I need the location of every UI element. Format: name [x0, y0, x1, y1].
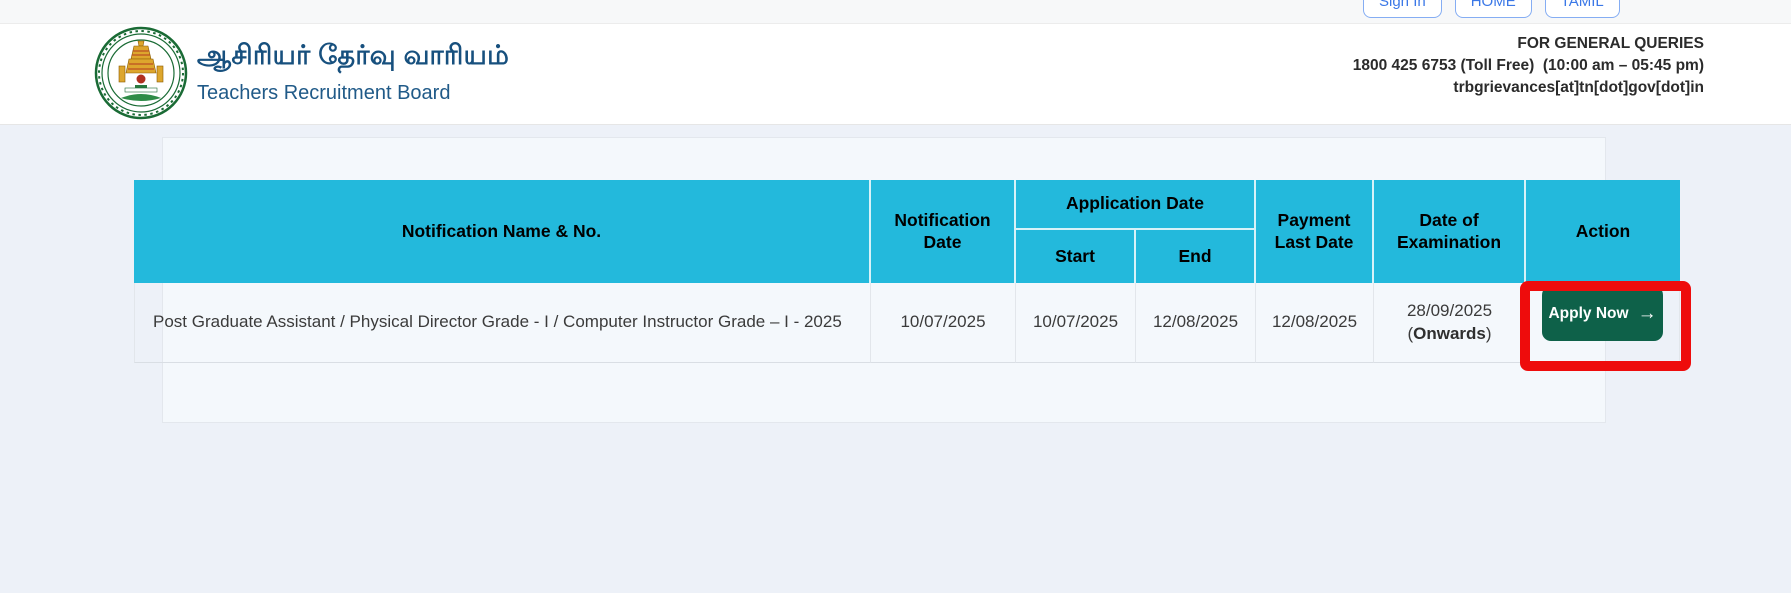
payment-last-date-cell: 12/08/2025	[1256, 283, 1374, 363]
site-title-english: Teachers Recruitment Board	[197, 82, 509, 105]
notification-date-cell: 10/07/2025	[871, 283, 1016, 363]
notification-name-cell: Post Graduate Assistant / Physical Direc…	[134, 283, 871, 363]
top-nav-buttons: Sign In HOME TAMIL	[1363, 0, 1620, 18]
col-header-date-of-examination: Date of Examination	[1374, 180, 1526, 283]
queries-heading: FOR GENERAL QUERIES	[1353, 33, 1704, 55]
general-queries-block: FOR GENERAL QUERIES 1800 425 6753 (Toll …	[1353, 33, 1704, 99]
exam-date-cell: 28/09/2025 (Onwards)	[1374, 283, 1526, 363]
trb-notifications-page: Sign In HOME TAMIL	[0, 0, 1791, 593]
col-header-application-date: Application Date	[1016, 180, 1256, 230]
apply-now-label: Apply Now	[1548, 305, 1628, 323]
col-header-payment-last-date: Payment Last Date	[1256, 180, 1374, 283]
apply-now-button[interactable]: Apply Now →	[1542, 286, 1663, 341]
col-header-start: Start	[1016, 230, 1136, 283]
notifications-table: Notification Name & No. Notification Dat…	[134, 180, 1680, 363]
sign-in-button[interactable]: Sign In	[1363, 0, 1442, 18]
notification-row: Post Graduate Assistant / Physical Direc…	[134, 283, 1680, 363]
application-start-cell: 10/07/2025	[1016, 283, 1136, 363]
home-button[interactable]: HOME	[1455, 0, 1532, 18]
queries-phone: 1800 425 6753 (Toll Free) (10:00 am – 05…	[1353, 55, 1704, 77]
col-header-notification-name: Notification Name & No.	[134, 180, 871, 283]
exam-date-note: (Onwards)	[1378, 323, 1521, 345]
col-header-end: End	[1136, 230, 1256, 283]
exam-date: 28/09/2025	[1378, 300, 1521, 322]
site-header: Sign In HOME TAMIL	[0, 0, 1791, 125]
tamil-language-button[interactable]: TAMIL	[1545, 0, 1620, 18]
col-header-notification-date: Notification Date	[871, 180, 1016, 283]
arrow-right-icon: →	[1638, 304, 1657, 323]
application-end-cell: 12/08/2025	[1136, 283, 1256, 363]
queries-email: trbgrievances[at]tn[dot]gov[dot]in	[1353, 77, 1704, 99]
tn-government-emblem-logo	[94, 26, 188, 120]
site-title-tamil: ஆசிரியர் தேர்வு வாரியம்	[197, 40, 509, 75]
action-cell: Apply Now →	[1526, 283, 1680, 363]
col-header-action: Action	[1526, 180, 1680, 283]
site-title-block: ஆசிரியர் தேர்வு வாரியம் Teachers Recruit…	[197, 40, 509, 105]
